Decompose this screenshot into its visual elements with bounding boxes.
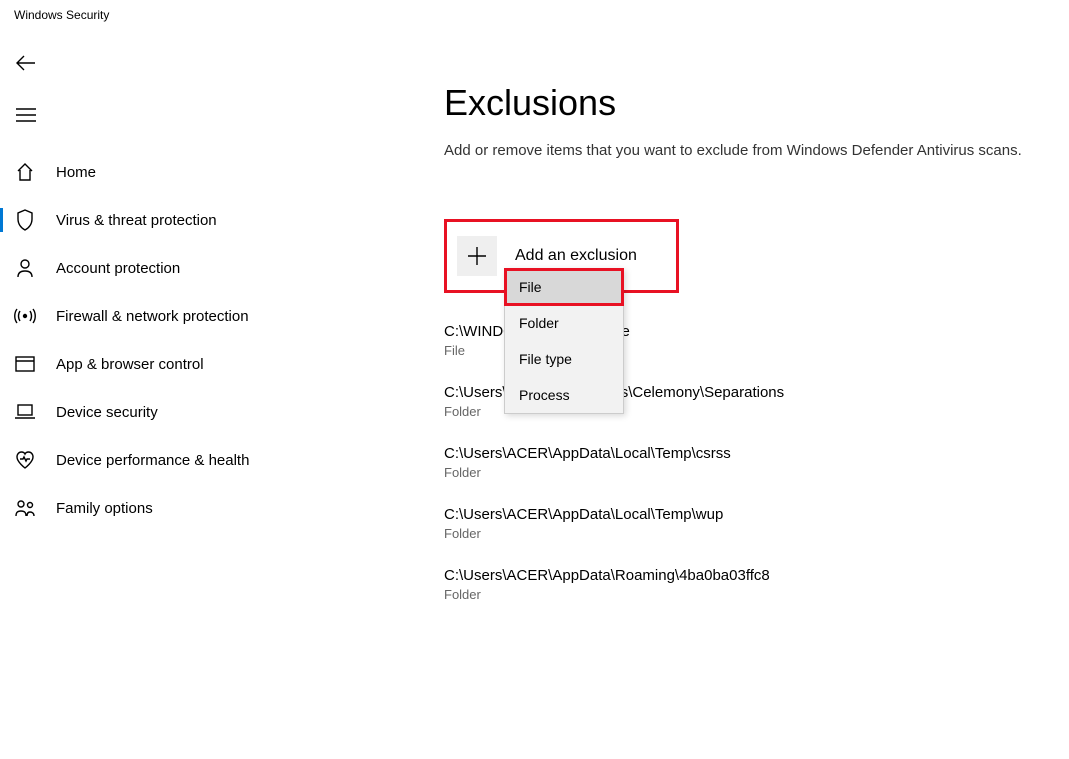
back-button[interactable] [2,42,50,84]
antenna-icon [14,306,36,326]
exclusion-path: C:\Users\ACER\AppData\Local\Temp\csrss [444,445,1045,462]
main-content: Exclusions Add or remove items that you … [330,28,1069,759]
exclusion-item[interactable]: C:\Users\ACER\AppData\Local\Temp\csrss F… [444,445,1045,480]
plus-icon [457,236,497,276]
sidebar-item-label: Device performance & health [56,452,249,469]
laptop-icon [14,404,36,420]
nav-list: Home Virus & threat protection Account p… [0,148,330,532]
sidebar-item-family[interactable]: Family options [0,484,330,532]
exclusion-item[interactable]: C:\Users\ACER\AppData\Roaming\4ba0ba03ff… [444,567,1045,602]
exclusion-type: Folder [444,465,1045,480]
people-icon [14,499,36,517]
dropdown-item-file[interactable]: File [505,269,623,305]
sidebar-item-label: Firewall & network protection [56,308,249,325]
dropdown-item-folder[interactable]: Folder [505,305,623,341]
sidebar-item-device-security[interactable]: Device security [0,388,330,436]
page-title: Exclusions [444,82,1045,124]
heart-icon [14,451,36,469]
arrow-left-icon [16,55,36,71]
sidebar-item-label: Virus & threat protection [56,212,217,229]
hamburger-icon [16,108,36,122]
sidebar-item-label: Home [56,164,96,181]
sidebar-item-home[interactable]: Home [0,148,330,196]
window-title: Windows Security [0,0,1069,28]
sidebar-item-firewall[interactable]: Firewall & network protection [0,292,330,340]
exclusion-type: Folder [444,526,1045,541]
sidebar: Home Virus & threat protection Account p… [0,28,330,759]
sidebar-item-account[interactable]: Account protection [0,244,330,292]
home-icon [14,162,36,182]
page-description: Add or remove items that you want to exc… [444,140,1024,163]
sidebar-item-label: App & browser control [56,356,204,373]
window-icon [14,356,36,372]
dropdown-item-process[interactable]: Process [505,377,623,413]
exclusion-type: Folder [444,587,1045,602]
add-exclusion-dropdown: File Folder File type Process [504,268,624,414]
sidebar-item-label: Account protection [56,260,180,277]
sidebar-item-app-browser[interactable]: App & browser control [0,340,330,388]
sidebar-item-device-performance[interactable]: Device performance & health [0,436,330,484]
shield-icon [14,209,36,231]
hamburger-button[interactable] [2,94,50,136]
sidebar-item-virus-threat[interactable]: Virus & threat protection [0,196,330,244]
exclusion-path: C:\Users\ACER\AppData\Roaming\4ba0ba03ff… [444,567,1045,584]
exclusion-path: C:\Users\ACER\AppData\Local\Temp\wup [444,506,1045,523]
exclusion-item[interactable]: C:\Users\ACER\AppData\Local\Temp\wup Fol… [444,506,1045,541]
dropdown-item-file-type[interactable]: File type [505,341,623,377]
sidebar-item-label: Device security [56,404,158,421]
add-exclusion-label: Add an exclusion [515,247,637,265]
sidebar-item-label: Family options [56,500,153,517]
person-icon [14,258,36,278]
